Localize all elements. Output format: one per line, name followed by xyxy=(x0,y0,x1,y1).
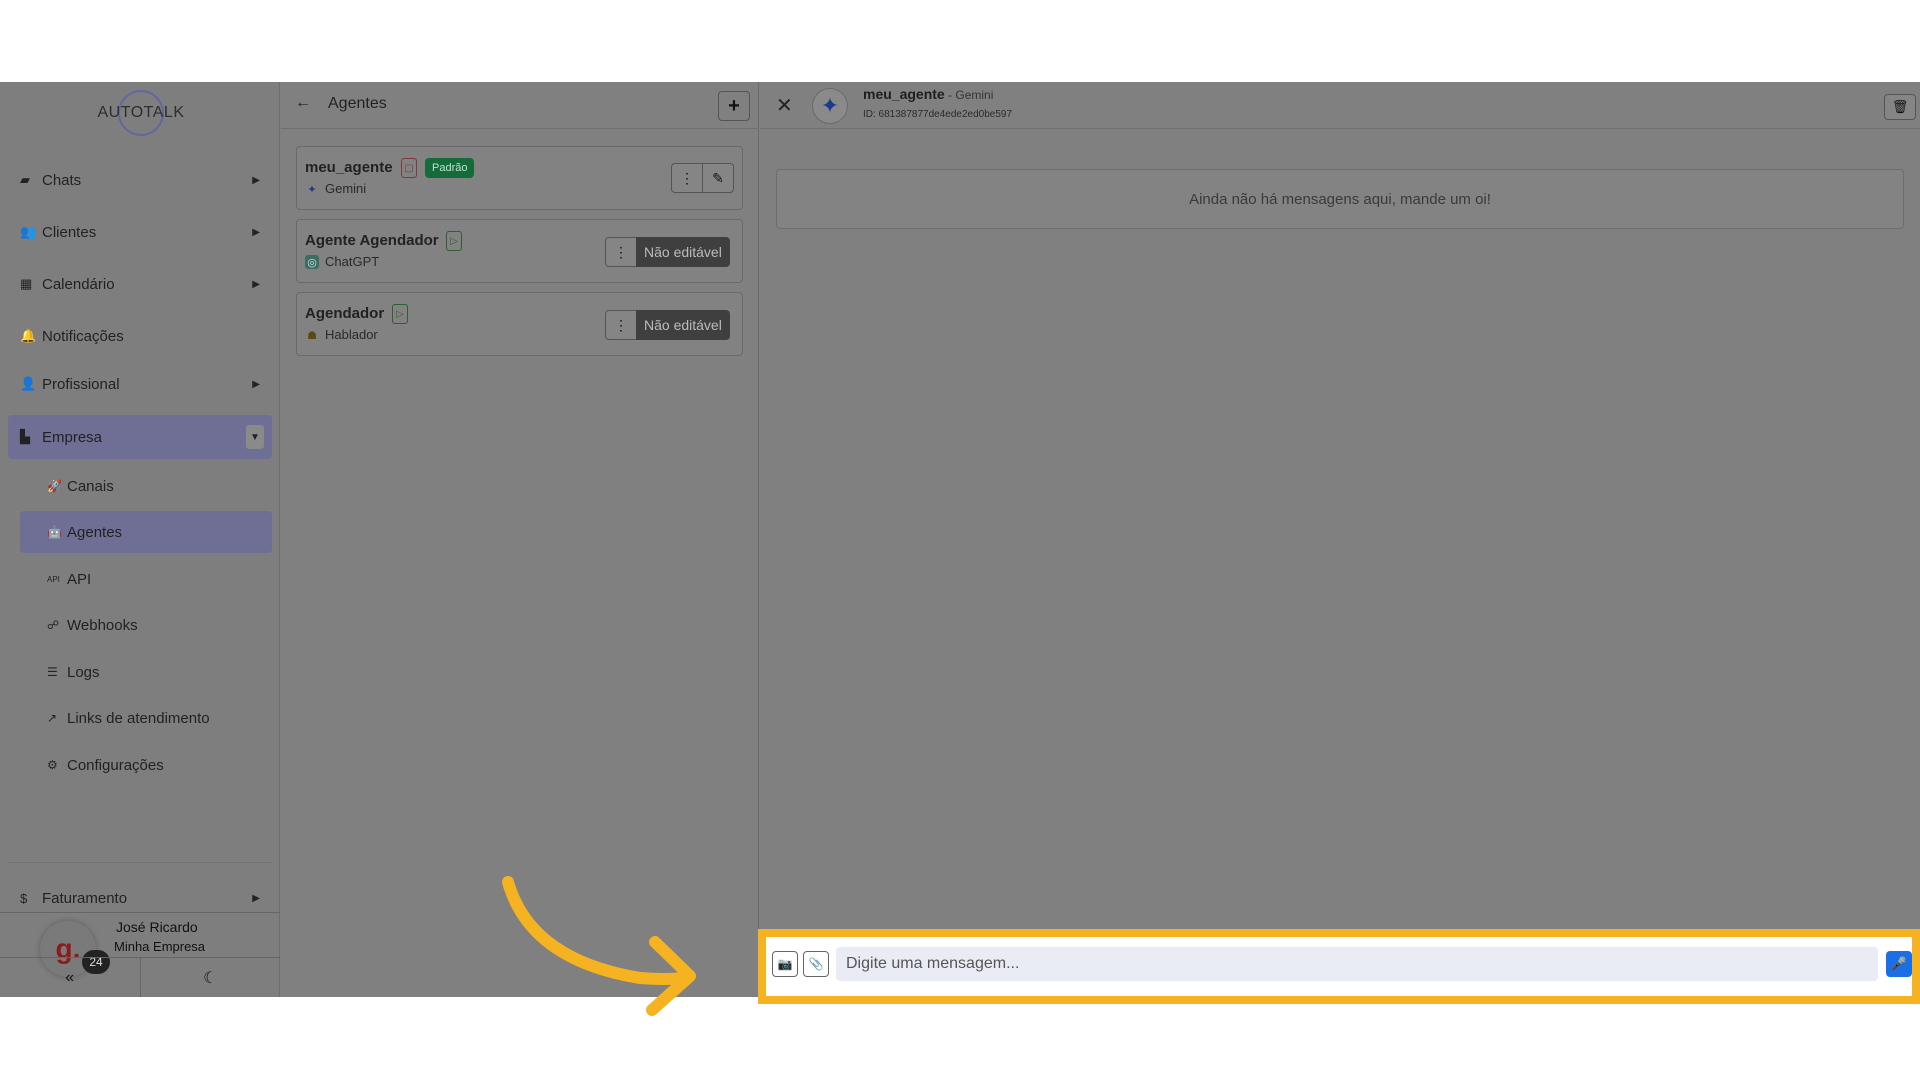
user-gear-icon: 👤 xyxy=(20,376,37,391)
chat-agent-title: meu_agente - Gemini xyxy=(863,86,993,102)
chevron-right-icon: ▶ xyxy=(252,174,260,186)
webhook-icon: ☍ xyxy=(47,618,60,632)
sidebar-divider xyxy=(8,862,272,863)
robot-icon: 🤖 xyxy=(47,525,62,539)
sidebar-subitem-label: Canais xyxy=(67,477,114,495)
chevron-right-icon: ▶ xyxy=(252,378,260,390)
list-icon: ☰ xyxy=(47,665,58,679)
building-icon: ▙ xyxy=(20,429,30,444)
external-link-icon: ↗ xyxy=(47,711,58,725)
sidebar-subitem-label: API xyxy=(67,570,92,588)
sidebar: AUTOTALK ▰ Chats ▶ 👥 Clientes ▶ ▦ Calend… xyxy=(0,82,280,997)
sidebar-item-label: Clientes xyxy=(42,223,97,241)
sidebar-item-label: Chats xyxy=(42,171,82,189)
sidebar-item-label: Faturamento xyxy=(42,889,128,907)
sidebar-subitem-label: Agentes xyxy=(67,523,123,541)
chatgpt-icon: ◎ xyxy=(305,255,319,269)
more-options-button[interactable]: ⋮ xyxy=(605,310,637,340)
empty-messages-notice: Ainda não há mensagens aqui, mande um oi… xyxy=(776,169,1904,229)
close-icon[interactable]: ✕ xyxy=(776,93,793,118)
sidebar-item-label: Profissional xyxy=(42,375,120,393)
chat-agent-id: ID: 681387877de4ede2ed0be597 xyxy=(863,109,1013,120)
sidebar-subitem-configuracoes[interactable]: ⚙ Configurações xyxy=(20,744,272,786)
chevron-down-icon[interactable]: ▼ xyxy=(246,425,264,449)
play-tag-icon: ▷ xyxy=(446,231,462,251)
more-options-button[interactable]: ⋮ xyxy=(671,163,703,193)
sidebar-item-profissional[interactable]: 👤 Profissional ▶ xyxy=(8,362,272,406)
sidebar-subitem-agentes[interactable]: 🤖 Agentes xyxy=(20,511,272,553)
chat-agent-name: meu_agente xyxy=(863,86,945,102)
hablador-icon: ☗ xyxy=(307,329,317,342)
brand-logo[interactable]: AUTOTALK xyxy=(96,88,186,138)
user-panel: g. 24 José Ricardo Minha Empresa « ☾ xyxy=(0,912,280,997)
rocket-icon: 🚀 xyxy=(47,479,62,493)
agents-title: Agentes xyxy=(328,95,387,112)
chevron-right-icon: ▶ xyxy=(252,892,260,904)
back-arrow-icon[interactable]: ← xyxy=(295,94,311,112)
chat-agent-provider: - Gemini xyxy=(944,88,994,102)
gemini-icon: ✦ xyxy=(307,183,317,196)
agents-header: ← Agentes + xyxy=(281,82,759,129)
user-actions: « ☾ xyxy=(0,957,280,997)
api-icon: API xyxy=(47,574,60,584)
sidebar-subitem-label: Links de atendimento xyxy=(67,709,210,727)
agent-card[interactable]: Agente Agendador ▷ ◎ ChatGPT ⋮ Não editá… xyxy=(296,219,743,283)
annotation-arrow-icon xyxy=(502,876,696,1016)
sidebar-item-label: Empresa xyxy=(42,428,103,446)
gear-icon: ⚙ xyxy=(47,758,58,772)
sidebar-subitem-api[interactable]: API API xyxy=(20,558,272,600)
sidebar-item-label: Notificações xyxy=(42,327,124,345)
collapse-sidebar-button[interactable]: « xyxy=(0,958,140,997)
agents-panel: ← Agentes + meu_agente ▢ Padrão ✦ Gemini… xyxy=(281,82,759,997)
sidebar-item-calendario[interactable]: ▦ Calendário ▶ xyxy=(8,262,272,306)
gemini-icon: ✦ xyxy=(812,88,848,124)
not-editable-button[interactable]: Não editável xyxy=(636,310,730,340)
theme-toggle-button[interactable]: ☾ xyxy=(139,958,281,997)
play-tag-icon: ▷ xyxy=(392,304,408,324)
bell-icon: 🔔 xyxy=(20,328,37,343)
chat-icon: ▰ xyxy=(20,172,30,187)
sidebar-subitem-label: Configurações xyxy=(67,756,164,774)
chevron-right-icon: ▶ xyxy=(252,226,260,238)
agent-provider: ChatGPT xyxy=(325,254,380,269)
agent-card[interactable]: Agendador ▷ ☗ Hablador ⋮ Não editável xyxy=(296,292,743,356)
sidebar-subitem-webhooks[interactable]: ☍ Webhooks xyxy=(20,604,272,646)
chat-header: ✕ ✦ meu_agente - Gemini ID: 681387877de4… xyxy=(760,82,1920,129)
agent-name: Agente Agendador xyxy=(305,232,439,249)
edit-agent-button[interactable]: ✎ xyxy=(702,163,734,193)
not-editable-button[interactable]: Não editável xyxy=(636,237,730,267)
agent-provider: Gemini xyxy=(325,181,367,196)
brand-logo-text: AUTOTALK xyxy=(97,104,185,121)
chat-panel: ✕ ✦ meu_agente - Gemini ID: 681387877de4… xyxy=(760,82,1920,997)
agent-card[interactable]: meu_agente ▢ Padrão ✦ Gemini ⋮ ✎ xyxy=(296,146,743,210)
more-options-button[interactable]: ⋮ xyxy=(605,237,637,267)
default-badge: Padrão xyxy=(425,158,475,178)
delete-chat-button[interactable]: 🗑 xyxy=(1884,94,1916,120)
sidebar-item-chats[interactable]: ▰ Chats ▶ xyxy=(8,158,272,202)
sidebar-subitem-logs[interactable]: ☰ Logs xyxy=(20,651,272,693)
sidebar-subitem-label: Webhooks xyxy=(67,616,138,634)
highlight-box xyxy=(758,929,1920,1004)
sidebar-item-clientes[interactable]: 👥 Clientes ▶ xyxy=(8,210,272,254)
users-icon: 👥 xyxy=(20,224,37,239)
sidebar-item-empresa[interactable]: ▙ Empresa ▼ xyxy=(8,415,272,459)
sidebar-item-label: Calendário xyxy=(42,275,115,293)
app-window: AUTOTALK ▰ Chats ▶ 👥 Clientes ▶ ▦ Calend… xyxy=(0,82,1920,997)
chevron-right-icon: ▶ xyxy=(252,278,260,290)
add-agent-button[interactable]: + xyxy=(718,91,750,121)
dollar-icon: $ xyxy=(20,890,28,906)
agent-provider: Hablador xyxy=(325,327,378,342)
agent-name: Agendador xyxy=(305,305,385,322)
sidebar-subitem-links[interactable]: ↗ Links de atendimento xyxy=(20,697,272,739)
sidebar-subitem-label: Logs xyxy=(67,663,100,681)
sidebar-item-notificacoes[interactable]: 🔔 Notificações xyxy=(8,314,272,358)
stop-tag-icon: ▢ xyxy=(401,158,417,178)
user-company: Minha Empresa xyxy=(114,939,206,954)
agent-name: meu_agente xyxy=(305,159,393,176)
calendar-icon: ▦ xyxy=(20,276,33,291)
user-name: José Ricardo xyxy=(116,919,198,935)
sidebar-subitem-canais[interactable]: 🚀 Canais xyxy=(20,465,272,507)
